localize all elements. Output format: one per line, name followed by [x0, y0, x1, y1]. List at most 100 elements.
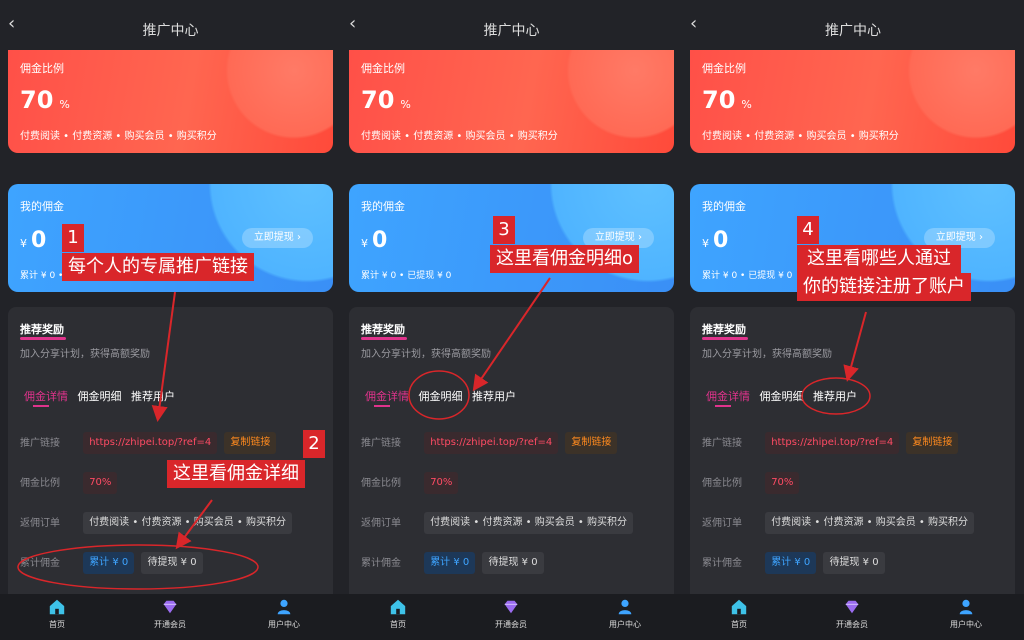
bottom-tabbar: 首页 开通会员 用户中心 — [341, 594, 682, 640]
commission-rate-label: 佣金比例 — [361, 62, 405, 75]
my-commission-value: ¥0 — [702, 228, 729, 253]
referral-link[interactable]: https://zhipei.top/?ref=4 — [83, 432, 218, 454]
total-value: 累计 ¥ 0 — [765, 552, 817, 574]
referral-link[interactable]: https://zhipei.top/?ref=4 — [424, 432, 559, 454]
user-icon — [959, 599, 973, 615]
my-commission-value: ¥0 — [20, 228, 47, 253]
tab-commission-list[interactable]: 佣金明细 — [419, 388, 463, 404]
tab-commission-detail[interactable]: 佣金详情 — [24, 388, 68, 404]
annotation-label-4b: 你的链接注册了账户 — [797, 273, 971, 301]
tabbar-home[interactable]: 首页 — [368, 598, 428, 630]
tabbar-user[interactable]: 用户中心 — [936, 598, 996, 630]
tabbar-home[interactable]: 首页 — [27, 598, 87, 630]
withdraw-button[interactable]: 立即提现 › — [241, 228, 313, 248]
reward-section: 推荐奖励 加入分享计划，获得高额奖励 佣金详情 佣金明细 推荐用户 推广链接 h… — [690, 307, 1015, 607]
pending-value: 待提现 ¥ 0 — [482, 552, 544, 574]
active-tab-indicator — [374, 405, 390, 407]
reward-title: 推荐奖励 — [361, 323, 405, 336]
annotation-number-2: 2 — [303, 430, 325, 458]
row-link: 推广链接 https://zhipei.top/?ref=4 复制链接 — [361, 432, 621, 454]
top-bar: ‹ 推广中心 — [682, 0, 1024, 50]
title-underline — [702, 337, 748, 340]
annotation-number-1: 1 — [62, 224, 84, 252]
tab-referred-users[interactable]: 推荐用户 — [813, 388, 857, 404]
screen-panel-3: ‹ 推广中心 佣金比例 70% 付费阅读 • 付费资源 • 购买会员 • 购买积… — [682, 0, 1024, 640]
row-rate: 佣金比例 70% — [702, 472, 803, 494]
home-icon — [390, 599, 406, 615]
page-title: 推广中心 — [142, 23, 199, 39]
annotation-label-1: 每个人的专属推广链接 — [62, 253, 254, 281]
rate-value: 70% — [83, 472, 118, 494]
row-rate: 佣金比例 70% — [20, 472, 121, 494]
commission-tags: 付费阅读 • 付费资源 • 购买会员 • 购买积分 — [20, 131, 217, 142]
reward-tabs: 佣金详情 佣金明细 推荐用户 — [24, 388, 181, 404]
active-tab-indicator — [715, 405, 731, 407]
commission-rate-value: 70% — [20, 86, 70, 114]
commission-rate-card: 佣金比例 70% 付费阅读 • 付费资源 • 购买会员 • 购买积分 — [8, 50, 333, 153]
page-title: 推广中心 — [825, 23, 881, 39]
reward-subtitle: 加入分享计划，获得高额奖励 — [702, 349, 832, 360]
tabbar-vip[interactable]: 开通会员 — [481, 598, 541, 630]
commission-summary: 累计 ¥ 0 • 已提现 ¥ 0 — [702, 271, 793, 281]
diamond-icon — [845, 600, 859, 614]
user-icon — [277, 599, 291, 615]
tabbar-vip[interactable]: 开通会员 — [822, 598, 882, 630]
tab-commission-list[interactable]: 佣金明细 — [760, 388, 804, 404]
annotation-number-4: 4 — [797, 216, 819, 244]
reward-subtitle: 加入分享计划，获得高额奖励 — [361, 349, 491, 360]
orders-value: 付费阅读 • 付费资源 • 购买会员 • 购买积分 — [765, 512, 974, 534]
row-orders: 返佣订单 付费阅读 • 付费资源 • 购买会员 • 购买积分 — [20, 512, 296, 534]
diamond-icon — [504, 600, 518, 614]
tabbar-user[interactable]: 用户中心 — [595, 598, 655, 630]
user-icon — [618, 599, 632, 615]
total-value: 累计 ¥ 0 — [424, 552, 476, 574]
commission-rate-label: 佣金比例 — [702, 62, 746, 75]
row-total: 累计佣金 累计 ¥ 0 待提现 ¥ 0 — [361, 552, 548, 574]
tabbar-vip[interactable]: 开通会员 — [140, 598, 200, 630]
screen-panel-2: ‹ 推广中心 佣金比例 70% 付费阅读 • 付费资源 • 购买会员 • 购买积… — [341, 0, 682, 640]
tab-referred-users[interactable]: 推荐用户 — [131, 388, 175, 404]
tab-referred-users[interactable]: 推荐用户 — [472, 388, 516, 404]
title-underline — [20, 337, 66, 340]
title-underline — [361, 337, 407, 340]
pending-value: 待提现 ¥ 0 — [823, 552, 885, 574]
commission-summary: 累计 ¥ 0 • 已提现 ¥ 0 — [361, 271, 452, 281]
tabbar-home[interactable]: 首页 — [709, 598, 769, 630]
rate-value: 70% — [424, 472, 459, 494]
commission-tags: 付费阅读 • 付费资源 • 购买会员 • 购买积分 — [361, 131, 558, 142]
row-link: 推广链接 https://zhipei.top/?ref=4 复制链接 — [702, 432, 962, 454]
copy-link-button[interactable]: 复制链接 — [565, 432, 618, 454]
my-commission-label: 我的佣金 — [20, 200, 64, 213]
orders-value: 付费阅读 • 付费资源 • 购买会员 • 购买积分 — [83, 512, 292, 534]
pending-value: 待提现 ¥ 0 — [141, 552, 203, 574]
top-bar: ‹ 推广中心 — [341, 0, 682, 50]
reward-section: 推荐奖励 加入分享计划，获得高额奖励 佣金详情 佣金明细 推荐用户 推广链接 h… — [349, 307, 674, 607]
tabbar-user[interactable]: 用户中心 — [254, 598, 314, 630]
row-total: 累计佣金 累计 ¥ 0 待提现 ¥ 0 — [702, 552, 889, 574]
tab-commission-list[interactable]: 佣金明细 — [78, 388, 122, 404]
reward-tabs: 佣金详情 佣金明细 推荐用户 — [706, 388, 863, 404]
commission-rate-value: 70% — [361, 86, 411, 114]
copy-link-button[interactable]: 复制链接 — [224, 432, 277, 454]
my-commission-value: ¥0 — [361, 228, 388, 253]
reward-tabs: 佣金详情 佣金明细 推荐用户 — [365, 388, 522, 404]
reward-subtitle: 加入分享计划，获得高额奖励 — [20, 349, 150, 360]
reward-section: 推荐奖励 加入分享计划，获得高额奖励 佣金详情 佣金明细 推荐用户 推广链接 h… — [8, 307, 333, 607]
row-rate: 佣金比例 70% — [361, 472, 462, 494]
row-orders: 返佣订单 付费阅读 • 付费资源 • 购买会员 • 购买积分 — [361, 512, 637, 534]
home-icon — [731, 599, 747, 615]
rate-value: 70% — [765, 472, 800, 494]
commission-rate-card: 佣金比例 70% 付费阅读 • 付费资源 • 购买会员 • 购买积分 — [690, 50, 1015, 153]
tab-commission-detail[interactable]: 佣金详情 — [706, 388, 750, 404]
reward-title: 推荐奖励 — [702, 323, 746, 336]
bottom-tabbar: 首页 开通会员 用户中心 — [682, 594, 1024, 640]
diamond-icon — [163, 600, 177, 614]
commission-rate-label: 佣金比例 — [20, 62, 64, 75]
commission-rate-card: 佣金比例 70% 付费阅读 • 付费资源 • 购买会员 • 购买积分 — [349, 50, 674, 153]
total-value: 累计 ¥ 0 — [83, 552, 135, 574]
referral-link[interactable]: https://zhipei.top/?ref=4 — [765, 432, 900, 454]
active-tab-indicator — [33, 405, 49, 407]
bottom-tabbar: 首页 开通会员 用户中心 — [0, 594, 341, 640]
copy-link-button[interactable]: 复制链接 — [906, 432, 959, 454]
tab-commission-detail[interactable]: 佣金详情 — [365, 388, 409, 404]
